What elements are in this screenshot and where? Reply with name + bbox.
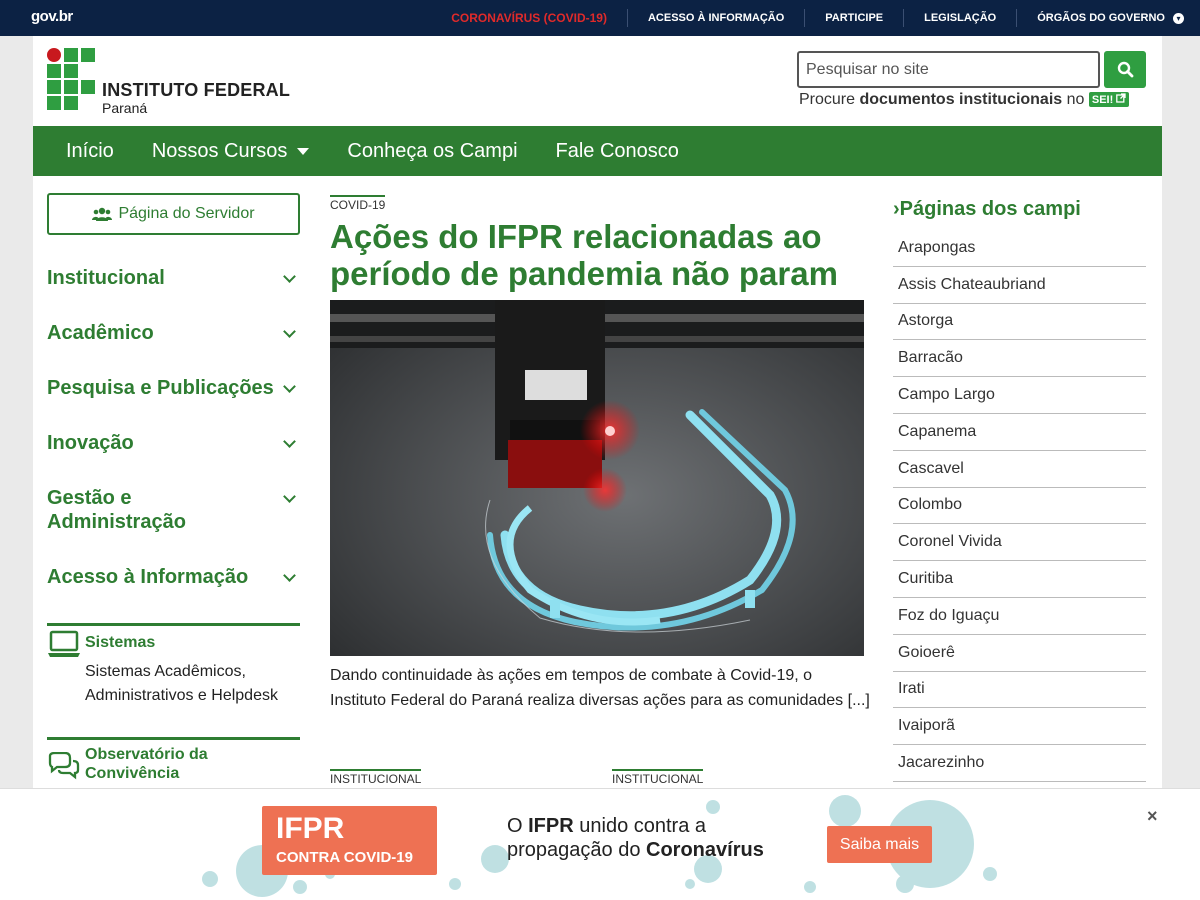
gov-link-orgaos[interactable]: ÓRGÃOS DO GOVERNO ▾ xyxy=(1016,9,1200,27)
ifpr-grid-icon xyxy=(47,48,95,110)
sei-link[interactable]: Procure documentos institucionais no SEI… xyxy=(799,91,1130,109)
3d-printer-image xyxy=(330,300,864,656)
banner-message: O IFPR unido contra a propagação do Coro… xyxy=(507,814,764,862)
nav-nossos-cursos[interactable]: Nossos Cursos xyxy=(133,140,329,163)
caret-down-icon xyxy=(297,147,310,155)
covid-banner: IFPR CONTRA COVID-19 O IFPR unido contra… xyxy=(0,788,1200,900)
gov-bar: gov.br CORONAVÍRUS (COVID-19) ACESSO À I… xyxy=(0,0,1200,36)
chevron-down-icon xyxy=(283,270,296,283)
campus-link[interactable]: Astorga xyxy=(893,304,1146,341)
sistemas-link[interactable]: Sistemas Sistemas Acadêmicos, Administra… xyxy=(47,623,300,723)
campus-link[interactable]: Goioerê xyxy=(893,635,1146,672)
gov-link-acesso-informacao[interactable]: ACESSO À INFORMAÇÃO xyxy=(626,9,804,27)
menu-institucional[interactable]: Institucional xyxy=(47,266,300,290)
banner-line-1: O IFPR unido contra a xyxy=(507,815,707,837)
covid-badge: IFPR CONTRA COVID-19 xyxy=(262,806,437,875)
servidor-button[interactable]: Página do Servidor xyxy=(47,193,300,235)
sei-suffix: no xyxy=(1066,91,1085,108)
govbr-logo[interactable]: gov.br xyxy=(31,8,73,25)
chevron-down-icon xyxy=(283,490,296,503)
nav-inicio[interactable]: Início xyxy=(47,140,133,163)
campus-link[interactable]: Foz do Iguaçu xyxy=(893,598,1146,635)
menu-label: Acadêmico xyxy=(47,322,154,344)
campus-link[interactable]: Campo Largo xyxy=(893,377,1146,414)
chevron-down-icon xyxy=(283,569,296,582)
badge-big: IFPR xyxy=(276,812,345,845)
comments-icon xyxy=(48,752,80,780)
menu-label: Pesquisa e Publicações xyxy=(47,377,274,399)
campus-link[interactable]: Arapongas xyxy=(893,230,1146,267)
chevron-down-icon: ▾ xyxy=(1173,12,1184,24)
sei-prefix: Procure xyxy=(799,91,856,108)
chevron-down-icon xyxy=(283,435,296,448)
side-menu: Institucional Acadêmico Pesquisa e Publi… xyxy=(47,256,300,589)
campus-link[interactable]: Ivaiporã xyxy=(893,708,1146,746)
chevron-down-icon xyxy=(283,380,296,393)
menu-label: Inovação xyxy=(47,432,134,454)
nav-fale-conosco[interactable]: Fale Conosco xyxy=(537,140,698,163)
article-category[interactable]: COVID-19 xyxy=(330,195,386,212)
campus-link[interactable]: Cascavel xyxy=(893,451,1146,488)
search-area: Procure documentos institucionais no SEI… xyxy=(797,51,1147,111)
badge-small: CONTRA COVID-19 xyxy=(276,849,413,866)
menu-label: Gestão e Administração xyxy=(47,487,186,533)
brand-sub: Paraná xyxy=(102,100,148,116)
article-excerpt: Dando continuidade às ações em tempos de… xyxy=(330,667,870,709)
ifpr-logo[interactable]: INSTITUTO FEDERAL Paraná xyxy=(47,48,307,116)
gov-links: CORONAVÍRUS (COVID-19) ACESSO À INFORMAÇ… xyxy=(431,0,1200,36)
chevron-down-icon xyxy=(283,325,296,338)
close-icon[interactable]: × xyxy=(1147,806,1158,827)
sei-bold: documentos institucionais xyxy=(859,91,1063,108)
campus-link[interactable]: Colombo xyxy=(893,488,1146,525)
article-image[interactable] xyxy=(330,300,864,656)
menu-label: Acesso à Informação xyxy=(47,566,249,588)
search-button[interactable] xyxy=(1104,51,1146,88)
nav-conheca-campi[interactable]: Conheça os Campi xyxy=(328,140,536,163)
campus-link[interactable]: Coronel Vivida xyxy=(893,524,1146,562)
external-link-icon xyxy=(1116,93,1126,103)
article-title[interactable]: Ações do IFPR relacionadas ao período de… xyxy=(330,218,870,292)
sei-badge: SEI! xyxy=(1088,92,1130,107)
gov-link-orgaos-label: ÓRGÃOS DO GOVERNO xyxy=(1037,12,1165,24)
campi-list: Arapongas Assis Chateaubriand Astorga Ba… xyxy=(893,230,1146,782)
campus-link[interactable]: Irati xyxy=(893,672,1146,709)
campi-title-label: Páginas dos campi xyxy=(899,198,1081,220)
sistemas-desc: Sistemas Acadêmicos, Administrativos e H… xyxy=(85,663,278,704)
menu-label: Institucional xyxy=(47,267,165,289)
gov-link-legislacao[interactable]: LEGISLAÇÃO xyxy=(903,9,1016,27)
banner-line-2: propagação do Coronavírus xyxy=(507,839,764,861)
laptop-icon xyxy=(48,630,80,657)
search-icon xyxy=(1117,61,1133,78)
menu-academico[interactable]: Acadêmico xyxy=(47,321,300,345)
campi-title: ›Páginas dos campi xyxy=(893,198,1081,221)
campus-link[interactable]: Jacarezinho xyxy=(893,745,1146,782)
sistemas-title: Sistemas xyxy=(85,634,156,651)
campus-link[interactable]: Curitiba xyxy=(893,561,1146,598)
gov-link-coronavirus[interactable]: CORONAVÍRUS (COVID-19) xyxy=(431,9,627,27)
users-icon xyxy=(92,207,113,221)
menu-pesquisa[interactable]: Pesquisa e Publicações xyxy=(47,376,300,400)
menu-inovacao[interactable]: Inovação xyxy=(47,431,300,455)
search-input[interactable] xyxy=(797,51,1100,88)
menu-acesso-informacao[interactable]: Acesso à Informação xyxy=(47,565,300,589)
campus-link[interactable]: Capanema xyxy=(893,414,1146,451)
gov-link-participe[interactable]: PARTICIPE xyxy=(804,9,903,27)
nav-nossos-cursos-label: Nossos Cursos xyxy=(151,139,288,162)
news-category[interactable]: INSTITUCIONAL xyxy=(330,769,422,786)
observatorio-title: Observatório da Convivência xyxy=(85,746,208,782)
news-category[interactable]: INSTITUCIONAL xyxy=(612,769,704,786)
saiba-mais-button[interactable]: Saiba mais xyxy=(827,826,932,863)
main-nav: Início Nossos Cursos Conheça os Campi Fa… xyxy=(33,126,1162,176)
campus-link[interactable]: Assis Chateaubriand xyxy=(893,267,1146,304)
menu-gestao[interactable]: Gestão e Administração xyxy=(47,486,300,534)
campus-link[interactable]: Barracão xyxy=(893,340,1146,378)
brand-name: INSTITUTO FEDERAL xyxy=(102,80,291,100)
servidor-label: Página do Servidor xyxy=(118,205,255,222)
chevron-right-icon: › xyxy=(893,198,900,220)
page-container: INSTITUTO FEDERAL Paraná Procure documen… xyxy=(33,36,1162,900)
